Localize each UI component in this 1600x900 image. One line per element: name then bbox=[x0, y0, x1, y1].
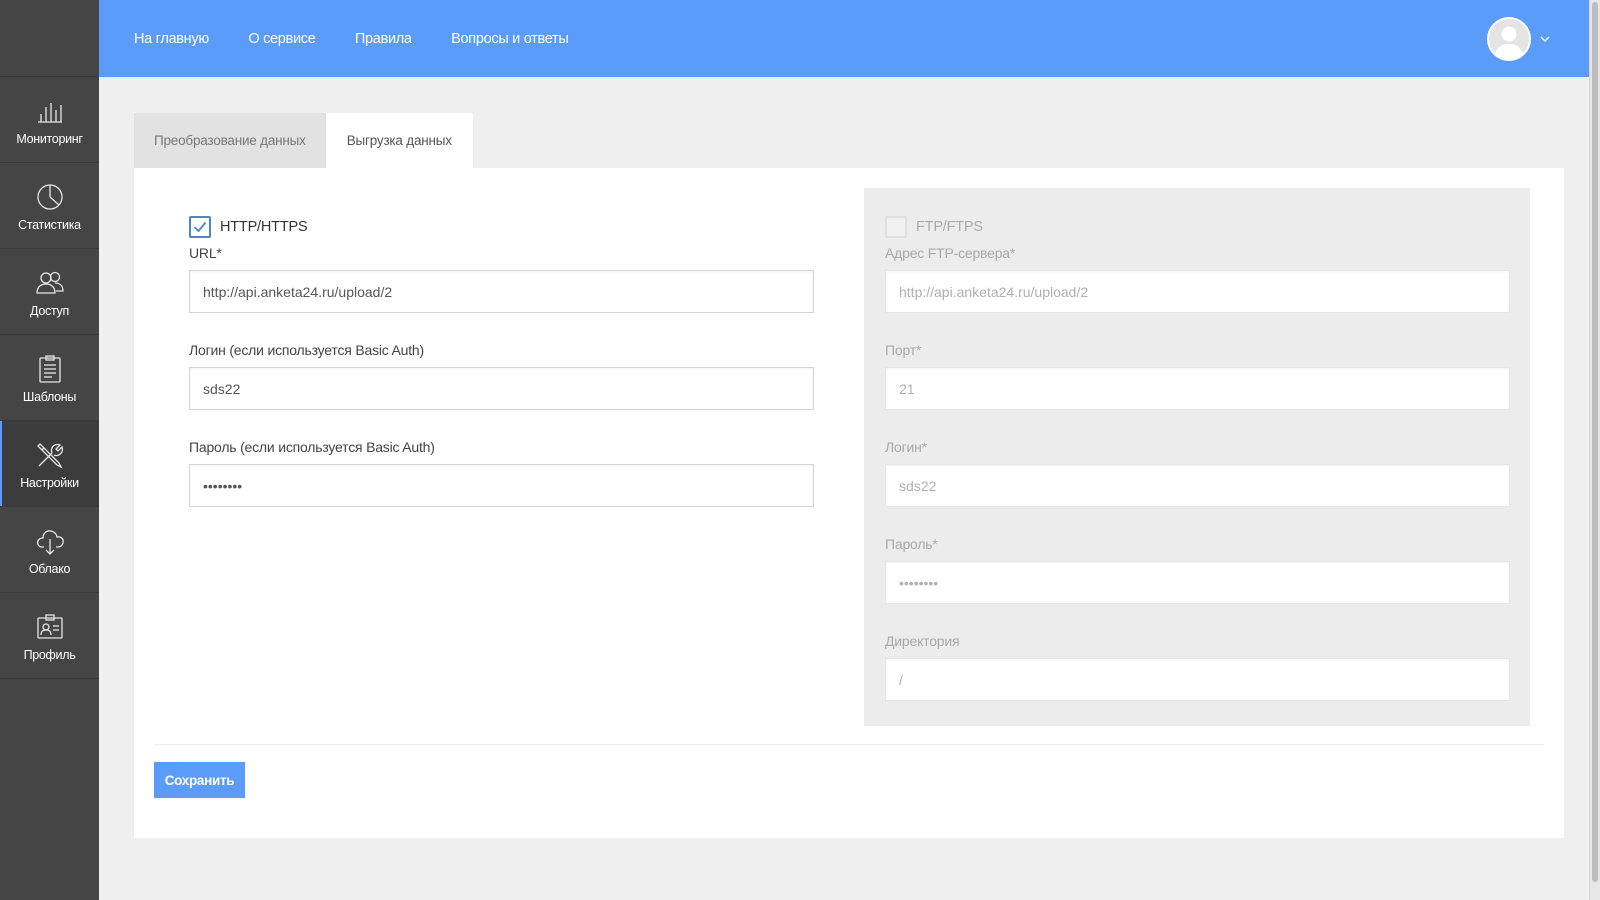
tabs: Преобразование данных Выгрузка данных bbox=[134, 113, 473, 168]
sidebar-item-label: Доступ bbox=[30, 303, 69, 318]
divider bbox=[154, 744, 1544, 745]
ftp-server-field-group: Адрес FTP-сервера* bbox=[885, 245, 1510, 313]
pie-chart-icon bbox=[33, 180, 67, 214]
users-icon bbox=[33, 266, 67, 300]
user-silhouette-icon bbox=[1494, 26, 1524, 59]
ftp-directory-input[interactable] bbox=[885, 658, 1510, 701]
sidebar-item-templates[interactable]: Шаблоны bbox=[0, 335, 99, 421]
profile-card-icon bbox=[33, 610, 67, 644]
sidebar-item-access[interactable]: Доступ bbox=[0, 249, 99, 335]
sidebar-item-cloud[interactable]: Облако bbox=[0, 507, 99, 593]
sidebar: Мониторинг Статистика Доступ Шаблоны Нас… bbox=[0, 0, 99, 900]
ftp-server-label: Адрес FTP-сервера* bbox=[885, 245, 1016, 261]
nav-link-rules[interactable]: Правила bbox=[355, 31, 412, 47]
save-button[interactable]: Сохранить bbox=[154, 762, 245, 798]
ftp-port-input[interactable] bbox=[885, 367, 1510, 410]
ftp-checkbox[interactable] bbox=[885, 216, 907, 238]
tools-icon bbox=[33, 438, 67, 472]
ftp-section: FTP/FTPS Адрес FTP-сервера* Порт* Логин*… bbox=[864, 188, 1530, 726]
http-section: HTTP/HTTPS URL* Логин (если используется… bbox=[189, 215, 814, 536]
cloud-download-icon bbox=[33, 524, 67, 558]
sidebar-item-label: Настройки bbox=[20, 475, 79, 490]
scrollbar-thumb[interactable] bbox=[1592, 2, 1598, 882]
sidebar-item-label: Профиль bbox=[23, 647, 76, 662]
ftp-directory-field-group: Директория bbox=[885, 633, 1510, 701]
http-password-label: Пароль (если используется Basic Auth) bbox=[189, 439, 435, 455]
ftp-password-label: Пароль* bbox=[885, 536, 938, 552]
sidebar-item-label: Статистика bbox=[18, 217, 81, 232]
sidebar-item-label: Мониторинг bbox=[16, 131, 83, 146]
ftp-login-label: Логин* bbox=[885, 439, 927, 455]
sidebar-item-label: Облако bbox=[28, 561, 71, 576]
http-login-field-group: Логин (если используется Basic Auth) bbox=[189, 342, 814, 410]
user-menu[interactable] bbox=[1487, 17, 1551, 61]
http-checkbox[interactable] bbox=[189, 216, 211, 238]
sidebar-item-monitoring[interactable]: Мониторинг bbox=[0, 77, 99, 163]
nav-link-faq[interactable]: Вопросы и ответы bbox=[451, 31, 569, 47]
ftp-password-input[interactable] bbox=[885, 561, 1510, 604]
http-password-input[interactable] bbox=[189, 464, 814, 507]
sidebar-item-profile[interactable]: Профиль bbox=[0, 593, 99, 679]
http-checkbox-label: HTTP/HTTPS bbox=[220, 219, 308, 235]
sidebar-item-label: Шаблоны bbox=[22, 389, 77, 404]
nav-link-home[interactable]: На главную bbox=[134, 31, 209, 47]
scrollbar[interactable] bbox=[1589, 0, 1600, 900]
avatar[interactable] bbox=[1487, 17, 1531, 61]
ftp-login-input[interactable] bbox=[885, 464, 1510, 507]
sidebar-item-statistics[interactable]: Статистика bbox=[0, 163, 99, 249]
http-password-field-group: Пароль (если используется Basic Auth) bbox=[189, 439, 814, 507]
tab-data-export[interactable]: Выгрузка данных bbox=[325, 113, 473, 168]
http-checkbox-row[interactable]: HTTP/HTTPS bbox=[189, 215, 814, 239]
url-field-group: URL* bbox=[189, 245, 814, 313]
checkmark-icon bbox=[193, 221, 207, 233]
url-label: URL* bbox=[189, 245, 222, 261]
sidebar-item-settings[interactable]: Настройки bbox=[0, 421, 99, 507]
ftp-login-field-group: Логин* bbox=[885, 439, 1510, 507]
ftp-server-input[interactable] bbox=[885, 270, 1510, 313]
top-nav: На главную О сервисе Правила Вопросы и о… bbox=[134, 30, 603, 48]
ftp-port-field-group: Порт* bbox=[885, 342, 1510, 410]
top-bar: На главную О сервисе Правила Вопросы и о… bbox=[99, 0, 1589, 77]
ftp-password-field-group: Пароль* bbox=[885, 536, 1510, 604]
http-login-label: Логин (если используется Basic Auth) bbox=[189, 342, 424, 358]
url-input[interactable] bbox=[189, 270, 814, 313]
ftp-checkbox-label: FTP/FTPS bbox=[916, 219, 983, 235]
ftp-checkbox-row[interactable]: FTP/FTPS bbox=[885, 215, 1509, 239]
http-login-input[interactable] bbox=[189, 367, 814, 410]
chevron-down-icon[interactable] bbox=[1539, 33, 1551, 45]
sidebar-logo-area bbox=[0, 0, 99, 77]
nav-link-about[interactable]: О сервисе bbox=[248, 31, 315, 47]
ftp-port-label: Порт* bbox=[885, 342, 922, 358]
settings-panel: HTTP/HTTPS URL* Логин (если используется… bbox=[134, 168, 1564, 838]
ftp-directory-label: Директория bbox=[885, 633, 960, 649]
tab-data-transform[interactable]: Преобразование данных bbox=[134, 113, 326, 168]
bar-chart-icon bbox=[33, 94, 67, 128]
clipboard-icon bbox=[33, 352, 67, 386]
